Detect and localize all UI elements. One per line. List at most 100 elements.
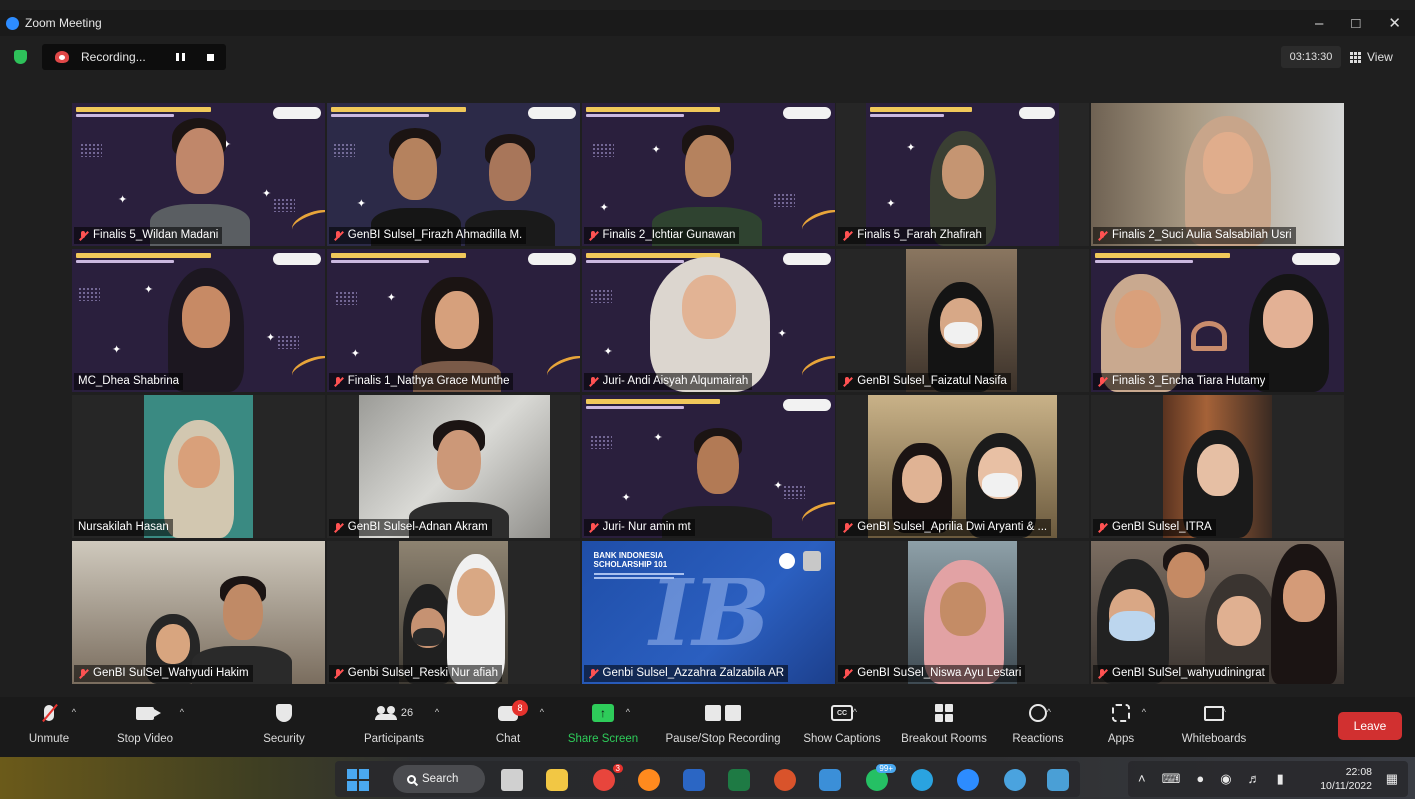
chevron-up-icon[interactable]: ^ <box>72 707 76 717</box>
participants-button[interactable]: 26 ^ Participants <box>356 697 439 757</box>
maximize-icon[interactable]: □ <box>1351 15 1360 32</box>
word-icon[interactable] <box>683 769 705 791</box>
virtual-background: ✦ ✦ <box>581 249 835 392</box>
video-tile[interactable]: ✦ ✦ Finalis 2_Ichtiar Gunawan <box>581 103 835 246</box>
chevron-up-icon[interactable]: ^ <box>1047 707 1051 717</box>
share-screen-button[interactable]: ↑ ^ Share Screen <box>564 697 642 757</box>
chevron-up-icon[interactable]: ^ <box>540 707 544 717</box>
video-tile[interactable]: BANK INDONESIA SCHOLARSHIP 101 IB Genbi … <box>581 541 835 684</box>
wifi-icon[interactable]: ◉ <box>1220 771 1231 787</box>
battery-icon[interactable]: ▮ <box>1277 771 1284 787</box>
video-tile[interactable]: ✦ GenBI Sulsel_Firazh Ahmadilla M. <box>326 103 580 246</box>
video-tile[interactable]: ✦ ✦ Finalis 1_Nathya Grace Munthe <box>326 249 580 392</box>
view-grid-icon <box>1350 51 1361 63</box>
windows-start-icon[interactable] <box>347 769 369 791</box>
participant-video <box>868 395 1058 538</box>
video-tile[interactable]: GenBI SulSel_wahyudiningrat <box>1091 541 1344 684</box>
video-tile[interactable]: GenBI Sulsel_Faizatul Nasifa <box>836 249 1090 392</box>
chevron-up-icon[interactable]: ^ <box>435 707 439 717</box>
participant-name: GenBI SulSel_Wahyudi Hakim <box>74 665 253 682</box>
video-tile[interactable]: Nursakilah Hasan <box>72 395 325 538</box>
chrome-profile-icon[interactable] <box>1004 769 1026 791</box>
bi-watermark: IB <box>649 559 771 667</box>
chevron-up-icon[interactable]: ^ <box>180 707 184 717</box>
close-icon[interactable]: ✕ <box>1388 14 1401 32</box>
virtual-background: ✦ ✦ <box>866 103 1060 246</box>
whatsapp-icon[interactable]: 99+ <box>866 764 896 791</box>
mic-muted-icon <box>842 522 852 534</box>
excel-icon[interactable] <box>728 769 750 791</box>
location-icon[interactable]: ● <box>1196 771 1204 787</box>
volume-icon[interactable]: ♬ <box>1248 771 1261 787</box>
recording-label: Recording... <box>81 50 146 64</box>
participant-name: GenBI Sulsel_Aprilia Dwi Aryanti & ... <box>838 519 1052 536</box>
encryption-shield-icon[interactable] <box>14 50 27 64</box>
virtual-background: ✦ <box>326 103 580 246</box>
breakout-rooms-button[interactable]: Breakout Rooms <box>897 697 991 757</box>
participant-name: Juri- Nur amin mt <box>583 519 695 536</box>
shield-icon <box>276 704 292 722</box>
task-view-icon[interactable] <box>501 769 523 791</box>
reactions-icon <box>1029 704 1047 722</box>
zoom-taskbar-icon[interactable] <box>957 769 979 791</box>
file-explorer-icon[interactable] <box>546 769 568 791</box>
video-tile[interactable]: GenBI SuSel_Niswa Ayu Lestari <box>836 541 1090 684</box>
video-tile[interactable]: GenBI Sulsel_ITRA <box>1091 395 1344 538</box>
chrome-icon[interactable]: 3 <box>593 764 623 791</box>
chat-icon: 8 <box>498 699 528 721</box>
reactions-button[interactable]: ^ Reactions <box>1010 697 1066 757</box>
video-tile[interactable]: ✦ ✦ Juri- Andi Aisyah Alqumairah <box>581 249 835 392</box>
video-tile[interactable]: ✦ ✦ Finalis 5_Farah Zhafirah <box>836 103 1090 246</box>
taskbar-clock[interactable]: 22:08 10/11/2022 <box>1320 765 1372 793</box>
mic-muted-icon <box>333 522 343 534</box>
pause-stop-recording-button[interactable]: Pause/Stop Recording <box>660 697 786 757</box>
stop-recording-icon[interactable] <box>206 53 214 61</box>
participant-name: Finalis 1_Nathya Grace Munthe <box>328 373 514 390</box>
chevron-up-icon[interactable]: ^ <box>1222 707 1226 717</box>
video-tile[interactable]: Genbi Sulsel_Reski Nur afiah <box>326 541 580 684</box>
breakout-rooms-icon <box>935 704 953 722</box>
firefox-icon[interactable] <box>638 769 660 791</box>
chat-button[interactable]: 8 ^ Chat <box>488 697 544 757</box>
video-tile[interactable]: GenBI SulSel_Wahyudi Hakim <box>72 541 325 684</box>
participant-name: Juri- Andi Aisyah Alqumairah <box>583 373 753 390</box>
video-tile-active-speaker[interactable]: ✦ ✦ ✦ MC_Dhea Shabrina <box>72 249 325 392</box>
video-tile[interactable]: Finalis 2_Suci Aulia Salsabilah Usri <box>1091 103 1344 246</box>
unmute-button[interactable]: ^ Unmute <box>24 697 76 757</box>
show-captions-button[interactable]: CC ^ Show Captions <box>799 697 885 757</box>
video-tile[interactable]: Finalis 3_Encha Tiara Hutamy <box>1091 249 1344 392</box>
stop-video-button[interactable]: ^ Stop Video <box>110 697 184 757</box>
chrome-badge: 3 <box>612 764 623 773</box>
mic-muted-icon <box>333 230 343 242</box>
participants-icon <box>374 706 397 720</box>
video-tile[interactable]: GenBI Sulsel-Adnan Akram <box>326 395 580 538</box>
apps-button[interactable]: ^ Apps <box>1104 697 1146 757</box>
pause-stop-recording-icon <box>705 705 741 721</box>
taskbar-search[interactable]: Search <box>393 765 485 793</box>
mic-muted-icon <box>333 668 343 680</box>
security-button[interactable]: Security <box>256 697 312 757</box>
video-tile[interactable]: ✦ ✦ ✦ Finalis 5_Wildan Madani <box>72 103 325 246</box>
virtual-background: ✦ ✦ ✦ <box>581 395 835 538</box>
notifications-icon[interactable]: ▦ <box>1386 771 1398 787</box>
telegram-icon[interactable] <box>911 769 933 791</box>
photos-icon[interactable] <box>1047 769 1069 791</box>
powerpoint-icon[interactable] <box>774 769 796 791</box>
whiteboards-button[interactable]: ^ Whiteboards <box>1176 697 1252 757</box>
chevron-up-icon[interactable]: ^ <box>1142 707 1146 717</box>
keyboard-icon[interactable]: ⌨ <box>1162 771 1181 787</box>
chevron-up-icon[interactable]: ^ <box>853 707 857 717</box>
video-tile[interactable]: GenBI Sulsel_Aprilia Dwi Aryanti & ... <box>836 395 1090 538</box>
cloud-recording-icon <box>55 51 69 63</box>
chevron-up-icon[interactable]: ^ <box>626 707 630 717</box>
event-banner <box>330 253 576 271</box>
participant-name: Finalis 5_Farah Zhafirah <box>838 227 986 244</box>
pause-recording-icon[interactable] <box>175 53 185 61</box>
view-button[interactable]: View <box>1350 46 1393 68</box>
minimize-icon[interactable]: – <box>1315 15 1323 32</box>
leave-button[interactable]: Leave <box>1338 712 1402 740</box>
tray-overflow-icon[interactable]: ˄ <box>1138 771 1146 787</box>
video-tile[interactable]: ✦ ✦ ✦ Juri- Nur amin mt <box>581 395 835 538</box>
event-banner <box>585 399 831 417</box>
notepad-icon[interactable] <box>819 769 841 791</box>
